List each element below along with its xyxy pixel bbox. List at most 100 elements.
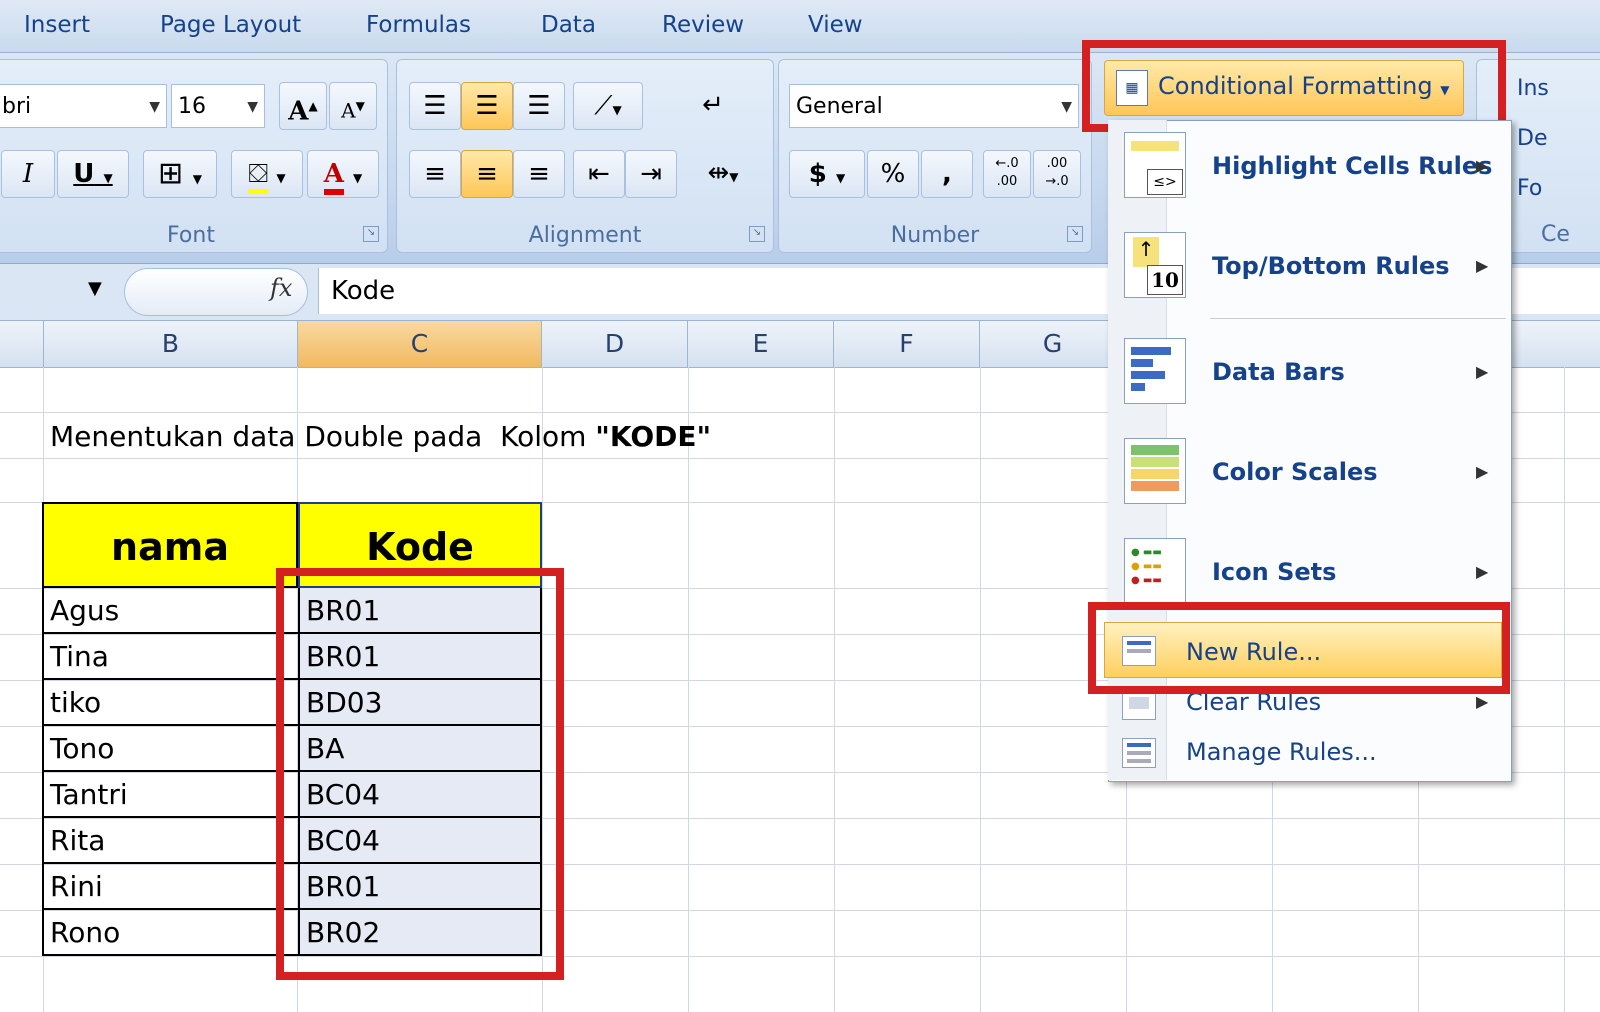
tab-formulas[interactable]: Formulas <box>366 12 471 38</box>
header-cell-nama[interactable]: nama <box>42 502 298 588</box>
wrap-text-button[interactable]: ↵ <box>687 82 739 130</box>
cell-nama[interactable]: Rono <box>42 910 298 956</box>
number-format-box[interactable]: General ▼ <box>789 84 1079 128</box>
currency-button[interactable]: $ ▼ <box>789 150 865 198</box>
wrap-text-icon: ↵ <box>702 90 724 120</box>
cell-nama[interactable]: Tantri <box>42 772 298 818</box>
merge-center-button[interactable]: ⇹▼ <box>687 150 759 198</box>
increase-decimal-icon: ←.0 .00 <box>995 156 1019 189</box>
gridline <box>1564 367 1565 1012</box>
tab-view[interactable]: View <box>808 12 863 38</box>
menu-item-data-bars[interactable]: Data Bars <box>1212 358 1345 386</box>
clear-rules-icon <box>1122 690 1156 720</box>
borders-button[interactable]: ⊞ ▼ <box>143 150 217 198</box>
font-name-value: bri <box>2 94 32 119</box>
menu-item-manage-rules[interactable]: Manage Rules... <box>1186 738 1377 766</box>
font-color-button[interactable]: A ▼ <box>307 150 379 198</box>
align-center-icon: ≡ <box>476 159 498 189</box>
name-box-dropdown-icon[interactable]: ▼ <box>88 278 102 299</box>
sheet-title-text: Menentukan data Double pada Kolom <box>50 420 596 453</box>
align-center-button[interactable]: ≡ <box>461 150 513 198</box>
alignment-group: ☰ ☰ ☰ ⟋▼ ↵ ≡ ≡ ≡ ⇤ ⇥ ⇹▼ Alignment ↘ <box>396 59 774 253</box>
comma-button[interactable]: , <box>921 150 973 198</box>
percent-button[interactable]: % <box>867 150 919 198</box>
merge-center-icon: ⇹ <box>707 158 730 188</box>
manage-rules-icon <box>1122 738 1156 768</box>
decrease-decimal-button[interactable]: .00 →.0 <box>1033 150 1081 198</box>
cell-nama[interactable]: Rini <box>42 864 298 910</box>
gridline <box>688 367 689 1012</box>
increase-indent-button[interactable]: ⇥ <box>625 150 677 198</box>
italic-button[interactable]: I <box>1 150 55 198</box>
format-cells-button[interactable]: Fo <box>1517 176 1542 201</box>
highlight-box-new-rule <box>1088 602 1510 694</box>
fill-color-button[interactable]: ⛋ ▼ <box>231 150 303 198</box>
comma-icon: , <box>942 159 952 189</box>
increase-decimal-button[interactable]: ←.0 .00 <box>983 150 1031 198</box>
menu-separator <box>1210 318 1506 319</box>
align-bottom-button[interactable]: ☰ <box>513 82 565 130</box>
column-header-b[interactable]: B <box>44 321 298 367</box>
align-right-button[interactable]: ≡ <box>513 150 565 198</box>
decrease-indent-button[interactable]: ⇤ <box>573 150 625 198</box>
cell-nama[interactable]: Tono <box>42 726 298 772</box>
highlight-cells-icon: ≤> <box>1124 132 1186 198</box>
number-group-label: Number <box>890 223 980 248</box>
cell-nama[interactable]: Agus <box>42 588 298 634</box>
menu-item-top-bottom-rules[interactable]: Top/Bottom Rules <box>1212 252 1450 280</box>
orientation-button[interactable]: ⟋▼ <box>573 82 643 130</box>
cell-nama[interactable]: tiko <box>42 680 298 726</box>
font-dialog-launcher[interactable]: ↘ <box>363 226 379 242</box>
insert-function-icon[interactable]: fx <box>270 274 292 302</box>
currency-icon: $ <box>808 159 827 189</box>
sheet-title-bold: "KODE" <box>595 420 712 453</box>
underline-button[interactable]: U ▼ <box>57 150 129 198</box>
column-header-d[interactable]: D <box>542 321 688 367</box>
decrease-indent-icon: ⇤ <box>588 159 610 189</box>
column-header-g[interactable]: G <box>980 321 1126 367</box>
increase-indent-icon: ⇥ <box>640 159 662 189</box>
orientation-icon: ⟋ <box>594 91 613 121</box>
shrink-font-button[interactable]: A▼ <box>329 82 377 130</box>
tab-page-layout[interactable]: Page Layout <box>160 12 301 38</box>
align-top-button[interactable]: ☰ <box>409 82 461 130</box>
number-group: General ▼ $ ▼ % , ←.0 .00 .00 →.0 Number… <box>778 59 1092 253</box>
alignment-dialog-launcher[interactable]: ↘ <box>749 226 765 242</box>
icon-sets-icon: ● ▬▬ ● ▬▬ ● ▬▬ <box>1124 538 1186 604</box>
cell-nama[interactable]: Rita <box>42 818 298 864</box>
font-size-value: 16 <box>178 94 206 119</box>
chevron-down-icon: ▼ <box>1061 99 1072 115</box>
color-scales-icon <box>1124 438 1186 504</box>
tab-data[interactable]: Data <box>541 12 596 38</box>
grow-font-button[interactable]: A▲ <box>279 82 327 130</box>
submenu-arrow-icon: ▶ <box>1476 462 1489 481</box>
highlight-box-kode-range <box>276 568 564 980</box>
chevron-down-icon: ▼ <box>247 99 258 115</box>
font-name-box[interactable]: bri ▼ <box>0 84 167 128</box>
column-header-c[interactable]: C <box>298 321 542 367</box>
top-bottom-icon: ↑ 10 <box>1124 232 1186 298</box>
tab-review[interactable]: Review <box>662 12 744 38</box>
font-color-label: A <box>323 159 344 195</box>
column-header-e[interactable]: E <box>688 321 834 367</box>
fill-bucket-icon: ⛋ <box>248 159 269 194</box>
gridline <box>0 956 1600 957</box>
align-middle-button[interactable]: ☰ <box>461 82 513 130</box>
align-left-button[interactable]: ≡ <box>409 150 461 198</box>
menu-item-color-scales[interactable]: Color Scales <box>1212 458 1378 486</box>
tab-insert[interactable]: Insert <box>24 12 90 38</box>
font-size-box[interactable]: 16 ▼ <box>171 84 265 128</box>
cell-nama[interactable]: Tina <box>42 634 298 680</box>
number-dialog-launcher[interactable]: ↘ <box>1067 226 1083 242</box>
menu-item-highlight-cells-rules[interactable]: Highlight Cells Rules <box>1212 152 1492 180</box>
menu-item-icon-sets[interactable]: Icon Sets <box>1212 558 1336 586</box>
column-header-f[interactable]: F <box>834 321 980 367</box>
alignment-group-label: Alignment <box>528 223 642 248</box>
column-header-a[interactable] <box>0 321 44 367</box>
gridline <box>834 367 835 1012</box>
submenu-arrow-icon: ▶ <box>1476 156 1489 175</box>
insert-cells-button[interactable]: Ins <box>1517 76 1549 101</box>
data-bars-icon <box>1124 338 1186 404</box>
sheet-title[interactable]: Menentukan data Double pada Kolom "KODE" <box>50 420 711 453</box>
delete-cells-button[interactable]: De <box>1517 126 1547 151</box>
